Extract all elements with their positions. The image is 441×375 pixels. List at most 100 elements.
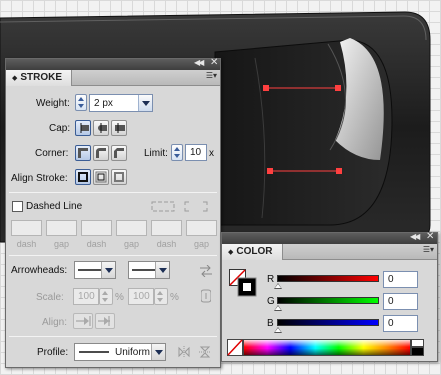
stroke-panel-titlebar[interactable]: ◀◀ ✕ [6,57,220,70]
gap-label-1: gap [53,239,70,249]
red-slider-thumb[interactable] [274,283,282,289]
green-slider[interactable] [277,297,379,304]
round-join-button[interactable] [93,145,109,161]
arrow-tip-end-button[interactable] [95,313,115,329]
profile-value: Uniform [115,347,151,358]
color-spectrum[interactable] [243,339,411,356]
butt-cap-icon [80,123,89,133]
panel-menu-icon[interactable]: ☰▾ [423,245,434,254]
color-panel-tabrow: ◆ COLOR ☰▾ [222,244,437,260]
red-slider[interactable] [277,275,379,282]
chevron-down-icon[interactable] [101,262,115,278]
align-inside-button[interactable] [93,169,109,185]
scale-start-input[interactable]: 100 [73,288,99,305]
none-color-swatch[interactable] [227,339,243,356]
swap-arrowheads-icon[interactable] [199,265,213,277]
limit-input[interactable]: 10 [185,144,207,161]
chevron-down-icon[interactable] [155,262,169,278]
align-outside-button[interactable] [111,169,127,185]
blue-channel-label: B [267,318,274,329]
color-panel: ◀◀ ✕ ◆ COLOR ☰▾ R 0 G 0 B 0 [221,231,438,362]
dash-field-3[interactable] [151,220,182,236]
flip-vertical-icon[interactable] [199,346,211,358]
scale-start-percent: % [115,292,124,303]
dash-align-corners-icon [184,201,208,212]
limit-stepper[interactable] [171,144,183,161]
red-value-input[interactable]: 0 [383,271,418,288]
gap-label-2: gap [123,239,140,249]
chevron-down-icon[interactable] [138,95,152,111]
scale-label: Scale: [36,292,64,303]
arrow-tip-beyond-icon [76,316,91,326]
gap-field-3[interactable] [186,220,217,236]
bevel-join-button[interactable] [111,145,127,161]
dash-align-corners-button[interactable] [183,199,209,215]
fill-stroke-swatch[interactable] [229,269,259,299]
weight-value: 2 px [94,98,113,109]
tab-color[interactable]: ◆ COLOR [222,244,283,260]
divider [9,336,217,337]
arrow-tip-end-icon [98,316,110,326]
bevel-join-icon [114,148,124,158]
corner-label: Corner: [35,148,69,159]
arrowheads-label: Arrowheads: [11,265,68,276]
tab-toggle-icon: ◆ [12,75,18,82]
align-center-icon [78,172,88,182]
divider [9,192,217,193]
arrow-tip-beyond-button[interactable] [73,313,93,329]
uniform-profile-icon [79,351,109,353]
stroke-panel: ◀◀ ✕ ◆ STROKE ☰▾ Weight: 2 px Cap: Corner… [5,57,221,368]
scale-end-input[interactable]: 100 [128,288,154,305]
collapse-icon[interactable]: ◀◀ [194,58,204,67]
dash-field-1[interactable] [11,220,42,236]
dash-label-1: dash [16,239,37,249]
scale-start-stepper[interactable] [99,288,113,305]
close-icon[interactable]: ✕ [426,231,434,242]
miter-join-button[interactable] [75,145,91,161]
close-icon[interactable]: ✕ [210,57,218,68]
align-center-button[interactable] [75,169,91,185]
projecting-cap-button[interactable] [111,120,127,136]
blue-value-input[interactable]: 0 [383,315,418,332]
green-value-input[interactable]: 0 [383,293,418,310]
color-panel-titlebar[interactable]: ◀◀ ✕ [222,231,437,244]
scale-end-stepper[interactable] [154,288,168,305]
gap-label-3: gap [193,239,210,249]
align-outside-icon [114,172,124,182]
gap-field-2[interactable] [116,220,147,236]
blue-slider[interactable] [277,319,379,326]
butt-cap-button[interactable] [75,120,91,136]
round-join-icon [96,148,106,158]
dash-label-3: dash [156,239,177,249]
link-icon[interactable] [201,289,211,303]
dash-preserve-button[interactable] [150,199,176,215]
limit-unit: x [209,148,214,159]
flip-horizontal-icon[interactable] [178,346,190,358]
limit-label: Limit: [144,148,168,159]
profile-dropdown[interactable]: Uniform [74,343,166,361]
black-swatch[interactable] [411,347,424,356]
panel-menu-icon[interactable]: ☰▾ [206,71,217,80]
stroke-swatch[interactable] [237,277,257,297]
green-slider-thumb[interactable] [274,305,282,311]
weight-dropdown[interactable]: 2 px [89,94,153,112]
tab-stroke[interactable]: ◆ STROKE [6,70,73,86]
dashed-line-checkbox[interactable] [12,201,23,212]
dashed-line-label: Dashed Line [26,201,83,212]
collapse-icon[interactable]: ◀◀ [410,232,420,241]
weight-stepper[interactable] [75,94,87,111]
round-cap-button[interactable] [93,120,109,136]
divider [9,255,217,256]
blue-slider-thumb[interactable] [274,327,282,333]
gap-field-1[interactable] [46,220,77,236]
start-arrowhead-dropdown[interactable] [74,261,116,279]
white-swatch[interactable] [411,339,424,347]
end-arrowhead-dropdown[interactable] [128,261,170,279]
round-cap-icon [98,123,107,133]
dash-field-2[interactable] [81,220,112,236]
chevron-down-icon[interactable] [151,344,165,360]
scale-end-percent: % [170,292,179,303]
dash-preserve-icon [151,201,175,212]
align-arrowheads-label: Align: [42,317,68,328]
tab-toggle-icon: ◆ [228,249,234,256]
